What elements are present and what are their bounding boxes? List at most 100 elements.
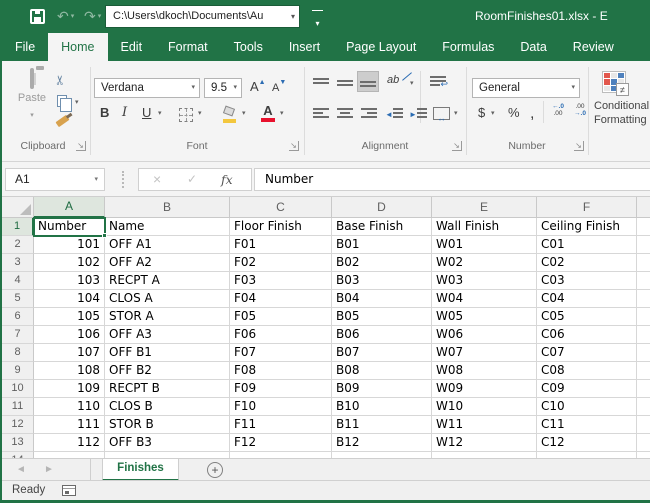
cell-G13[interactable]: [637, 434, 650, 452]
row-header-1[interactable]: 1: [2, 218, 34, 236]
chevron-down-icon[interactable]: ▾: [94, 169, 98, 190]
italic-button[interactable]: I: [122, 105, 127, 120]
cell-F9[interactable]: C08: [537, 362, 637, 380]
cell-E11[interactable]: W10: [432, 398, 537, 416]
cell-A4[interactable]: 103: [34, 272, 105, 290]
cell-A2[interactable]: 101: [34, 236, 105, 254]
add-sheet-button[interactable]: +: [207, 462, 223, 478]
cut-icon[interactable]: ✂: [52, 75, 68, 86]
macro-record-icon[interactable]: [62, 485, 76, 496]
undo-button[interactable]: ↶ ▾: [57, 7, 74, 26]
cell-A1[interactable]: Number: [34, 218, 105, 236]
formula-bar-splitter[interactable]: [122, 171, 124, 188]
cell-E6[interactable]: W05: [432, 308, 537, 326]
orientation-dropdown[interactable]: ▾: [410, 79, 414, 87]
cell-B4[interactable]: RECPT A: [105, 272, 230, 290]
col-header-A[interactable]: A: [34, 197, 105, 218]
cell-C9[interactable]: F08: [230, 362, 332, 380]
cell-C10[interactable]: F09: [230, 380, 332, 398]
cell-F5[interactable]: C04: [537, 290, 637, 308]
merge-center-icon[interactable]: ↔: [433, 107, 450, 123]
cell-G3[interactable]: [637, 254, 650, 272]
col-header-F[interactable]: F: [537, 197, 637, 218]
prev-sheet-icon[interactable]: ◄: [16, 459, 26, 480]
paste-button[interactable]: Paste ▾: [11, 68, 53, 134]
cell-A5[interactable]: 104: [34, 290, 105, 308]
cell-F6[interactable]: C05: [537, 308, 637, 326]
copy-dropdown[interactable]: ▾: [75, 98, 79, 106]
cell-F7[interactable]: C06: [537, 326, 637, 344]
percent-button[interactable]: %: [508, 105, 520, 120]
shrink-font-button[interactable]: A▼: [272, 79, 286, 94]
col-header-partial[interactable]: [637, 197, 650, 218]
tab-review[interactable]: Review: [560, 33, 627, 61]
cell-G5[interactable]: [637, 290, 650, 308]
cell-B7[interactable]: OFF A3: [105, 326, 230, 344]
cell-B1[interactable]: Name: [105, 218, 230, 236]
row-header-10[interactable]: 10: [2, 380, 34, 398]
font-size-combobox[interactable]: 9.5 ▾: [204, 78, 242, 98]
align-right-icon[interactable]: [361, 106, 377, 120]
cell-B11[interactable]: CLOS B: [105, 398, 230, 416]
cell-F10[interactable]: C09: [537, 380, 637, 398]
cell-C6[interactable]: F05: [230, 308, 332, 326]
chevron-down-icon[interactable]: ▾: [291, 6, 295, 27]
cell-D1[interactable]: Base Finish: [332, 218, 432, 236]
cell-A8[interactable]: 107: [34, 344, 105, 362]
align-top-icon[interactable]: [313, 76, 329, 86]
tab-edit[interactable]: Edit: [108, 33, 156, 61]
borders-dropdown[interactable]: ▾: [198, 109, 202, 117]
cell-A13[interactable]: 112: [34, 434, 105, 452]
cell-E2[interactable]: W01: [432, 236, 537, 254]
row-header-13[interactable]: 13: [2, 434, 34, 452]
cell-G2[interactable]: [637, 236, 650, 254]
cell-D10[interactable]: B09: [332, 380, 432, 398]
cell-G1[interactable]: [637, 218, 650, 236]
cell-D12[interactable]: B11: [332, 416, 432, 434]
customize-qat-button[interactable]: ▾: [312, 10, 323, 31]
row-header-9[interactable]: 9: [2, 362, 34, 380]
tab-formulas[interactable]: Formulas: [429, 33, 507, 61]
cell-G9[interactable]: [637, 362, 650, 380]
font-dialog-launcher-icon[interactable]: ↘: [289, 141, 299, 151]
increase-decimal-icon[interactable]: ←.0.00: [548, 103, 568, 117]
cell-E10[interactable]: W09: [432, 380, 537, 398]
underline-button[interactable]: U: [142, 105, 151, 120]
cell-F11[interactable]: C10: [537, 398, 637, 416]
row-header-4[interactable]: 4: [2, 272, 34, 290]
col-header-B[interactable]: B: [105, 197, 230, 218]
fill-color-dropdown[interactable]: ▾: [242, 109, 246, 117]
decrease-decimal-icon[interactable]: .00 →.0: [570, 103, 590, 117]
cell-F1[interactable]: Ceiling Finish: [537, 218, 637, 236]
conditional-formatting-button[interactable]: ≠ Conditional Formatting: [594, 69, 650, 157]
cell-G7[interactable]: [637, 326, 650, 344]
format-painter-icon[interactable]: [55, 114, 70, 128]
tab-home[interactable]: Home: [48, 33, 108, 61]
cell-D9[interactable]: B08: [332, 362, 432, 380]
row-header-11[interactable]: 11: [2, 398, 34, 416]
cell-A6[interactable]: 105: [34, 308, 105, 326]
cell-B13[interactable]: OFF B3: [105, 434, 230, 452]
cell-C3[interactable]: F02: [230, 254, 332, 272]
cell-F12[interactable]: C11: [537, 416, 637, 434]
grow-font-button[interactable]: A▲: [250, 79, 266, 94]
cell-G6[interactable]: [637, 308, 650, 326]
align-middle-icon[interactable]: [337, 78, 353, 88]
cell-B12[interactable]: STOR B: [105, 416, 230, 434]
cell-D5[interactable]: B04: [332, 290, 432, 308]
cell-G11[interactable]: [637, 398, 650, 416]
enter-icon[interactable]: ✓: [187, 169, 197, 190]
bold-button[interactable]: B: [100, 105, 109, 120]
number-format-combobox[interactable]: General ▾: [472, 78, 580, 98]
cell-B3[interactable]: OFF A2: [105, 254, 230, 272]
cell-G12[interactable]: [637, 416, 650, 434]
row-header-2[interactable]: 2: [2, 236, 34, 254]
cell-A10[interactable]: 109: [34, 380, 105, 398]
cell-B10[interactable]: RECPT B: [105, 380, 230, 398]
cell-B8[interactable]: OFF B1: [105, 344, 230, 362]
cell-D8[interactable]: B07: [332, 344, 432, 362]
tab-insert[interactable]: Insert: [276, 33, 333, 61]
align-center-icon[interactable]: [337, 106, 353, 120]
cell-D6[interactable]: B05: [332, 308, 432, 326]
cell-F4[interactable]: C03: [537, 272, 637, 290]
